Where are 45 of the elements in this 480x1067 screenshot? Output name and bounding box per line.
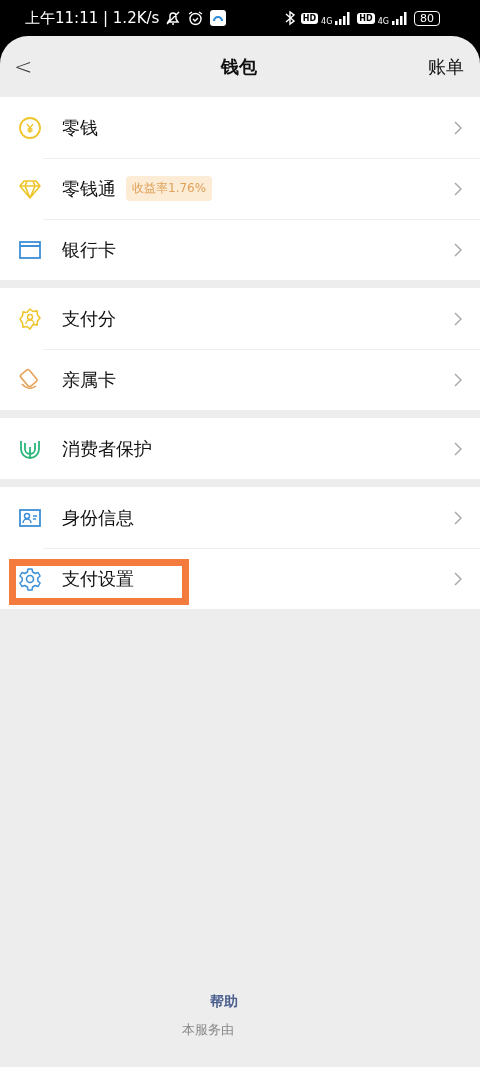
chevron-right-icon bbox=[454, 311, 462, 326]
network-type: 4G bbox=[377, 16, 389, 26]
menu-item-label: 支付分 bbox=[62, 306, 116, 331]
chevron-right-icon bbox=[454, 181, 462, 196]
battery-level: 80 bbox=[414, 10, 440, 26]
wallet-menu-item[interactable]: 消费者保护 bbox=[0, 418, 480, 479]
menu-item-label: 消费者保护 bbox=[62, 436, 152, 461]
chevron-right-icon bbox=[454, 441, 462, 456]
chevron-right-icon bbox=[454, 510, 462, 525]
back-button[interactable]: < bbox=[14, 54, 74, 79]
yuan-coin-icon bbox=[18, 115, 42, 140]
signal-icon bbox=[335, 11, 352, 25]
service-note: 本服务由 bbox=[182, 1021, 234, 1039]
menu-item-label: 亲属卡 bbox=[62, 367, 116, 392]
status-time: 上午11:11 | 1.2K/s bbox=[25, 8, 160, 28]
bill-link[interactable]: 账单 bbox=[404, 54, 464, 79]
wallet-menu-item[interactable]: 银行卡 bbox=[0, 219, 480, 280]
wallet-menu-item[interactable]: 亲属卡 bbox=[0, 349, 480, 410]
alarm-icon bbox=[187, 10, 205, 26]
help-link[interactable]: 帮助 bbox=[210, 993, 238, 1011]
menu-item-label: 支付设置 bbox=[62, 566, 134, 591]
chevron-right-icon bbox=[454, 372, 462, 387]
wallet-menu-item[interactable]: 支付分 bbox=[0, 288, 480, 349]
menu-item-label: 银行卡 bbox=[62, 237, 116, 262]
wallet-menu-item[interactable]: 零钱通 收益率1.76% bbox=[0, 158, 480, 219]
menu-item-label: 零钱通 bbox=[62, 176, 116, 201]
bluetooth-icon bbox=[284, 10, 295, 26]
menu-item-label: 零钱 bbox=[62, 115, 98, 140]
signal-icon bbox=[392, 11, 408, 25]
wallet-menu-item[interactable]: 支付设置 bbox=[0, 548, 480, 609]
chevron-right-icon bbox=[454, 120, 462, 135]
badge-icon bbox=[18, 306, 42, 331]
wallet-menu-item[interactable]: 零钱 bbox=[0, 97, 480, 158]
yield-tag: 收益率1.76% bbox=[126, 176, 213, 201]
chevron-right-icon bbox=[454, 571, 462, 586]
bell-off-icon bbox=[165, 10, 182, 26]
chevron-right-icon bbox=[454, 242, 462, 257]
hd-badge: HD bbox=[357, 12, 375, 24]
hd-badge: HD bbox=[300, 12, 319, 24]
network-type: 4G bbox=[321, 16, 333, 26]
app-icon bbox=[210, 10, 227, 26]
settings-icon bbox=[18, 566, 42, 591]
wallet-menu-item[interactable]: 身份信息 bbox=[0, 487, 480, 548]
menu-item-label: 身份信息 bbox=[62, 505, 134, 530]
page-title: 钱包 bbox=[219, 54, 258, 79]
